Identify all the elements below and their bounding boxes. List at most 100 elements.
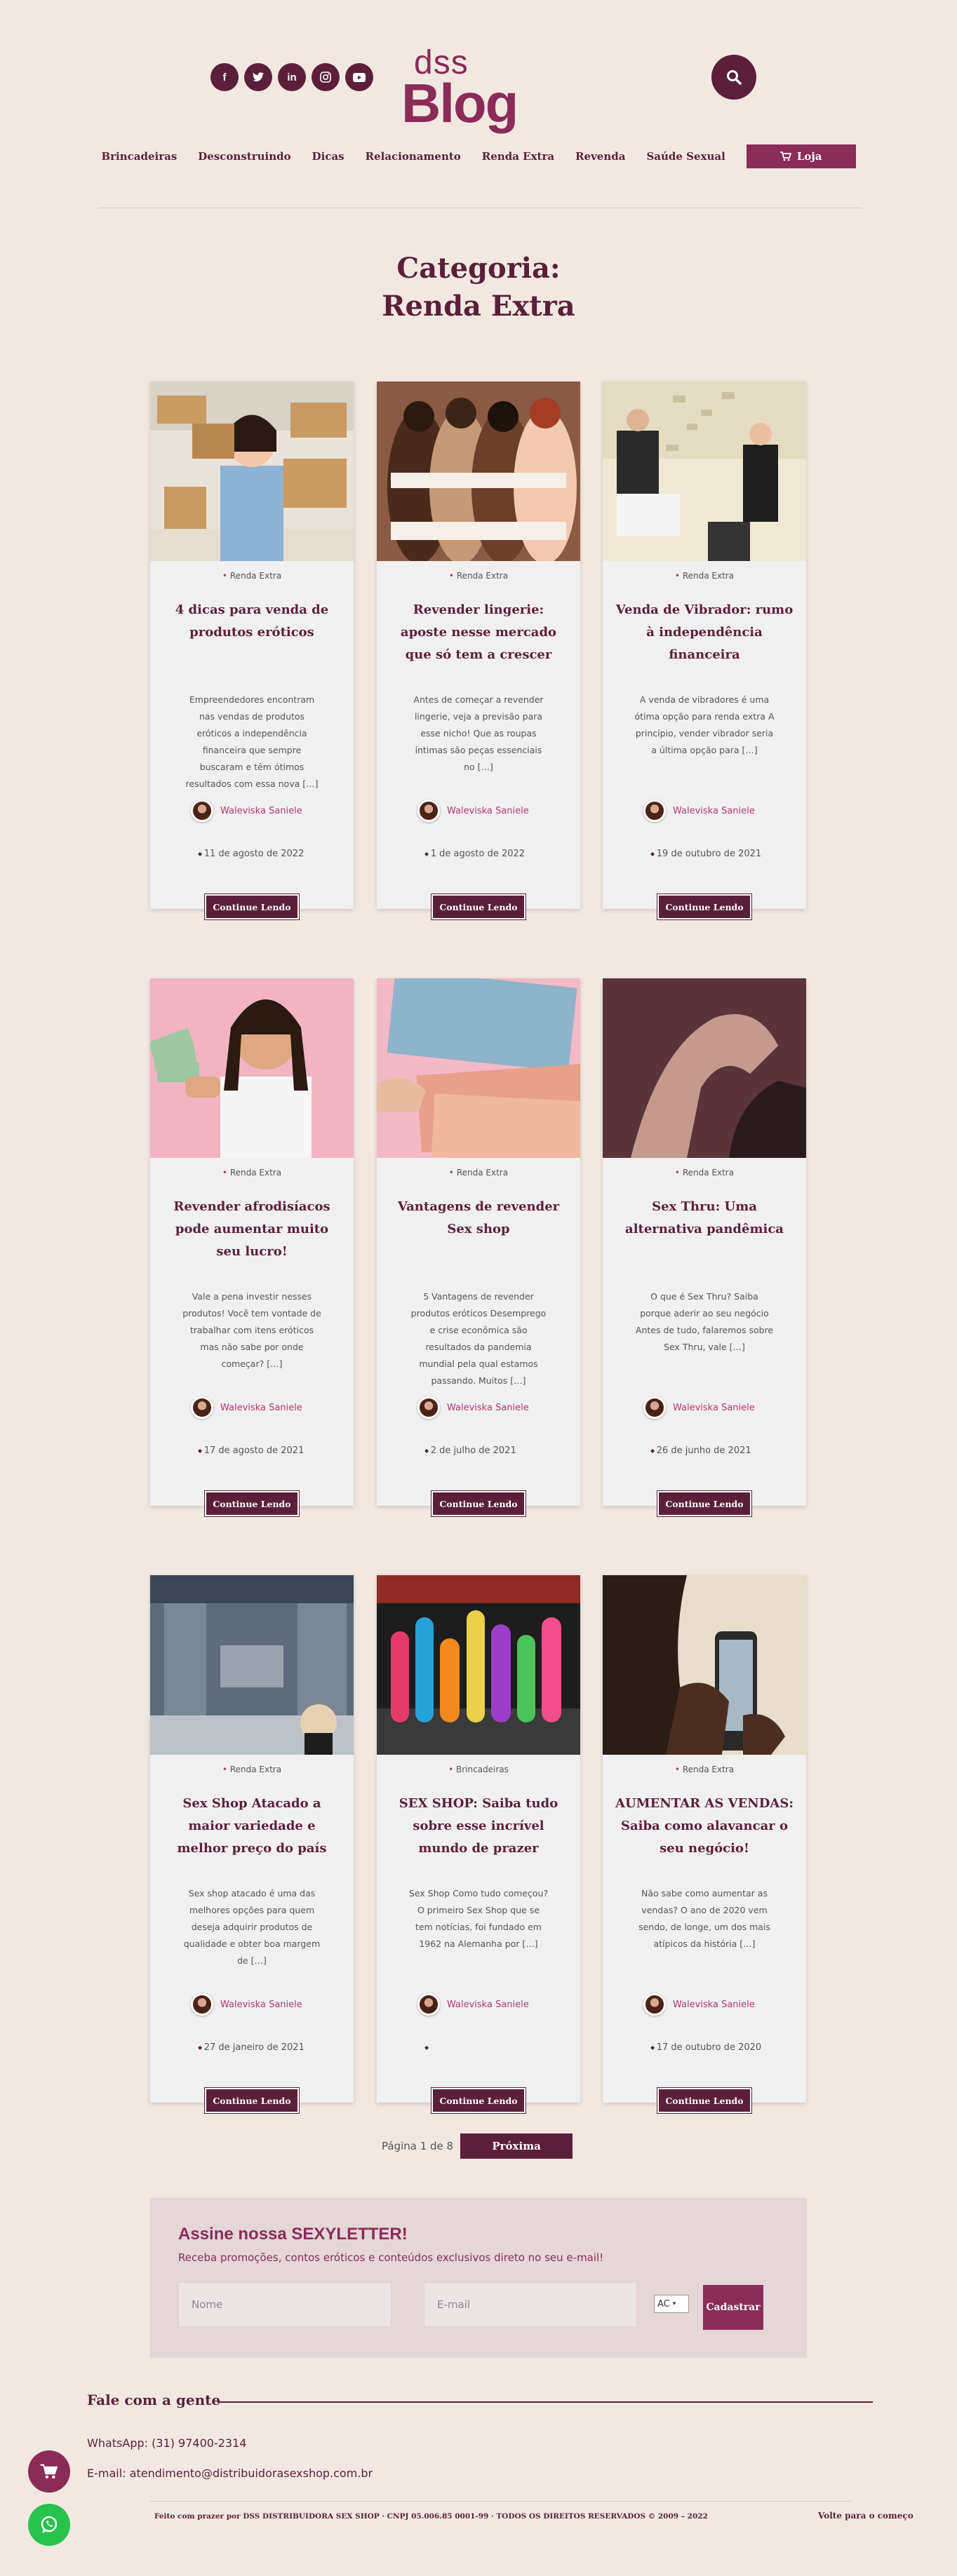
contact-title: Fale com a gente	[87, 2392, 221, 2408]
post-image[interactable]	[603, 382, 806, 561]
subscribe-button[interactable]: Cadastrar	[703, 2285, 763, 2330]
post-excerpt: Sex Shop Como tudo começou? O primeiro S…	[408, 1888, 549, 1949]
nav-item-dicas[interactable]: Dicas	[312, 150, 344, 163]
post-author[interactable]: Waleviska Saniele	[417, 800, 529, 822]
post-author[interactable]: Waleviska Saniele	[643, 800, 755, 822]
shop-label: Loja	[796, 150, 822, 163]
post-category[interactable]: Renda Extra	[603, 1168, 806, 1178]
site-header: f in dss Blog Brincadeiras Desconstruind…	[0, 0, 957, 210]
post-title[interactable]: SEX SHOP: Saiba tudo sobre esse incrível…	[389, 1793, 568, 1860]
post-title[interactable]: Vantagens de revender Sex shop	[389, 1196, 568, 1241]
post-date: 17 de outubro de 2020	[650, 2042, 761, 2053]
facebook-icon[interactable]: f	[210, 63, 239, 91]
post-title[interactable]: Sex Thru: Uma alternativa pandêmica	[615, 1196, 794, 1241]
post-card: Renda Extra Sex Thru: Uma alternativa pa…	[603, 978, 806, 1517]
post-card: Renda Extra Revender afrodisíacos pode a…	[150, 978, 354, 1517]
post-card: Renda Extra Revender lingerie: aposte ne…	[377, 382, 580, 920]
contact-whatsapp[interactable]: WhatsApp: (31) 97400-2314	[87, 2436, 246, 2450]
next-page-button[interactable]: Próxima	[460, 2133, 573, 2159]
continue-reading-button[interactable]: Continue Lendo	[431, 893, 526, 920]
post-card: Renda Extra 4 dicas para venda de produt…	[150, 382, 354, 920]
youtube-icon[interactable]	[345, 63, 373, 91]
post-card: Renda Extra Vantagens de revender Sex sh…	[377, 978, 580, 1517]
post-category[interactable]: Renda Extra	[150, 571, 354, 581]
post-author[interactable]: Waleviska Saniele	[417, 1396, 529, 1419]
site-logo[interactable]: dss Blog	[401, 43, 542, 135]
avatar	[643, 1396, 666, 1419]
nav-item-relacionamento[interactable]: Relacionamento	[366, 150, 461, 163]
post-category[interactable]: Brincadeiras	[377, 1765, 580, 1774]
email-input[interactable]: E-mail	[424, 2282, 637, 2327]
post-image[interactable]	[377, 1575, 580, 1755]
nav-item-saude-sexual[interactable]: Saúde Sexual	[646, 150, 725, 163]
twitter-icon[interactable]	[244, 63, 272, 91]
post-category[interactable]: Renda Extra	[150, 1765, 354, 1774]
shop-button[interactable]: Loja	[746, 144, 856, 168]
post-date: 17 de agosto de 2021	[198, 1445, 304, 1456]
post-author[interactable]: Waleviska Saniele	[417, 1993, 529, 2016]
post-author[interactable]: Waleviska Saniele	[191, 800, 302, 822]
continue-reading-button[interactable]: Continue Lendo	[431, 2087, 526, 2114]
post-excerpt: Vale a pena investir nesses produtos! Vo…	[182, 1291, 321, 1369]
continue-reading-button[interactable]: Continue Lendo	[204, 893, 300, 920]
post-category[interactable]: Renda Extra	[377, 571, 580, 581]
post-author[interactable]: Waleviska Saniele	[643, 1993, 755, 2016]
post-title[interactable]: 4 dicas para venda de produtos eróticos	[163, 599, 341, 644]
linkedin-icon[interactable]: in	[278, 63, 306, 91]
author-name: Waleviska Saniele	[220, 805, 302, 816]
post-category[interactable]: Renda Extra	[603, 571, 806, 581]
back-to-top-link[interactable]: Volte para o começo	[818, 2511, 914, 2521]
author-name: Waleviska Saniele	[673, 1402, 755, 1413]
continue-reading-button[interactable]: Continue Lendo	[657, 893, 752, 920]
post-title[interactable]: Sex Shop Atacado a maior variedade e mel…	[163, 1793, 341, 1860]
instagram-icon[interactable]	[312, 63, 340, 91]
author-name: Waleviska Saniele	[447, 1999, 529, 2010]
search-button[interactable]	[711, 55, 756, 100]
post-date: 1 de agosto de 2022	[424, 849, 525, 859]
state-select[interactable]: AC ▾	[654, 2295, 689, 2313]
pagination: Página 1 de 8 Próxima	[382, 2133, 573, 2159]
contact-email[interactable]: E-mail: atendimento@distribuidorasexshop…	[87, 2467, 373, 2480]
avatar	[191, 1396, 213, 1419]
continue-reading-button[interactable]: Continue Lendo	[657, 1490, 752, 1517]
post-category[interactable]: Renda Extra	[603, 1765, 806, 1774]
avatar	[643, 800, 666, 822]
name-input[interactable]: Nome	[178, 2282, 392, 2327]
post-title[interactable]: Revender afrodisíacos pode aumentar muit…	[163, 1196, 341, 1263]
cart-icon	[779, 151, 791, 161]
post-image[interactable]	[603, 978, 806, 1158]
post-title[interactable]: Revender lingerie: aposte nesse mercado …	[389, 599, 568, 666]
post-image[interactable]	[150, 382, 354, 561]
post-image[interactable]	[603, 1575, 806, 1755]
post-excerpt: Antes de começar a revender lingerie, ve…	[413, 694, 544, 772]
post-image[interactable]	[150, 978, 354, 1158]
floating-cart-button[interactable]	[28, 2450, 70, 2493]
post-category[interactable]: Renda Extra	[150, 1168, 354, 1178]
main-nav: Brincadeiras Desconstruindo Dicas Relaci…	[0, 144, 957, 168]
post-image[interactable]	[150, 1575, 354, 1755]
post-image[interactable]	[377, 382, 580, 561]
nav-item-revenda[interactable]: Revenda	[575, 150, 625, 163]
author-name: Waleviska Saniele	[673, 805, 755, 816]
post-image[interactable]	[377, 978, 580, 1158]
post-card: Renda Extra AUMENTAR AS VENDAS: Saiba co…	[603, 1575, 806, 2114]
continue-reading-button[interactable]: Continue Lendo	[204, 1490, 300, 1517]
post-category[interactable]: Renda Extra	[377, 1168, 580, 1178]
post-author[interactable]: Waleviska Saniele	[191, 1993, 302, 2016]
footer-copyright: Feito com prazer por DSS DISTRIBUIDORA S…	[154, 2512, 708, 2521]
nav-item-renda-extra[interactable]: Renda Extra	[482, 150, 554, 163]
post-author[interactable]: Waleviska Saniele	[643, 1396, 755, 1419]
post-author[interactable]: Waleviska Saniele	[191, 1396, 302, 1419]
newsletter-subtitle: Receba promoções, contos eróticos e cont…	[178, 2251, 604, 2264]
continue-reading-button[interactable]: Continue Lendo	[431, 1490, 526, 1517]
nav-item-desconstruindo[interactable]: Desconstruindo	[198, 150, 290, 163]
whatsapp-icon	[41, 2516, 58, 2533]
author-name: Waleviska Saniele	[447, 1402, 529, 1413]
floating-whatsapp-button[interactable]	[28, 2504, 70, 2546]
continue-reading-button[interactable]: Continue Lendo	[204, 2087, 300, 2114]
post-title[interactable]: Venda de Vibrador: rumo à independência …	[615, 599, 794, 666]
logo-blog: Blog	[401, 72, 518, 134]
continue-reading-button[interactable]: Continue Lendo	[657, 2087, 752, 2114]
nav-item-brincadeiras[interactable]: Brincadeiras	[101, 150, 177, 163]
post-title[interactable]: AUMENTAR AS VENDAS: Saiba como alavancar…	[615, 1793, 794, 1860]
